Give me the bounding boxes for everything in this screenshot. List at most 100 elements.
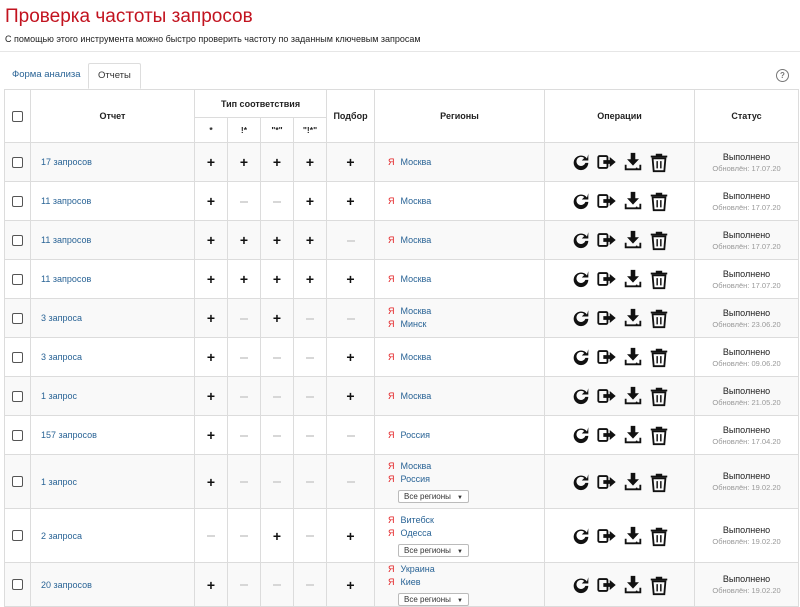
download-icon[interactable]	[622, 471, 644, 493]
region-name[interactable]: Украина	[401, 564, 435, 574]
report-name-link[interactable]: 11 запросов	[30, 181, 195, 221]
export-icon[interactable]	[596, 190, 618, 212]
region-link[interactable]: Я Одесса	[388, 527, 544, 540]
trash-icon[interactable]	[648, 346, 670, 368]
export-icon[interactable]	[596, 574, 618, 596]
export-icon[interactable]	[596, 229, 618, 251]
region-link[interactable]: Я Россия	[388, 429, 544, 442]
refresh-icon[interactable]	[570, 471, 592, 493]
refresh-icon[interactable]	[570, 574, 592, 596]
report-name-link[interactable]: 11 запросов	[30, 220, 195, 260]
trash-icon[interactable]	[648, 525, 670, 547]
report-name-link[interactable]: 3 запроса	[30, 337, 195, 377]
download-icon[interactable]	[622, 525, 644, 547]
export-icon[interactable]	[596, 471, 618, 493]
region-name[interactable]: Москва	[401, 461, 432, 471]
download-icon[interactable]	[622, 346, 644, 368]
report-name-link[interactable]: 3 запроса	[30, 298, 195, 338]
trash-icon[interactable]	[648, 229, 670, 251]
refresh-icon[interactable]	[570, 190, 592, 212]
tab-reports[interactable]: Отчеты	[88, 63, 141, 89]
region-name[interactable]: Москва	[401, 306, 432, 316]
region-link[interactable]: Я Москва	[388, 460, 544, 473]
download-icon[interactable]	[622, 574, 644, 596]
trash-icon[interactable]	[648, 268, 670, 290]
report-name-link[interactable]: 17 запросов	[30, 142, 195, 182]
region-link[interactable]: Я Россия	[388, 473, 544, 486]
export-icon[interactable]	[596, 385, 618, 407]
region-name[interactable]: Москва	[401, 235, 432, 245]
row-checkbox[interactable]	[12, 579, 23, 591]
row-checkbox[interactable]	[12, 312, 23, 324]
refresh-icon[interactable]	[570, 385, 592, 407]
report-name-link[interactable]: 1 запрос	[30, 376, 195, 416]
refresh-icon[interactable]	[570, 424, 592, 446]
region-name[interactable]: Россия	[401, 474, 431, 484]
trash-icon[interactable]	[648, 190, 670, 212]
trash-icon[interactable]	[648, 574, 670, 596]
trash-icon[interactable]	[648, 151, 670, 173]
region-name[interactable]: Витебск	[401, 515, 434, 525]
tab-analysis-form[interactable]: Форма анализа	[3, 63, 90, 89]
row-checkbox[interactable]	[12, 351, 23, 363]
export-icon[interactable]	[596, 268, 618, 290]
region-name[interactable]: Москва	[401, 352, 432, 362]
export-icon[interactable]	[596, 307, 618, 329]
refresh-icon[interactable]	[570, 268, 592, 290]
row-checkbox[interactable]	[12, 530, 23, 542]
region-link[interactable]: Я Москва	[388, 273, 544, 286]
download-icon[interactable]	[622, 229, 644, 251]
region-name[interactable]: Москва	[401, 157, 432, 167]
select-all-checkbox[interactable]	[12, 110, 23, 122]
region-link[interactable]: Я Киев	[388, 576, 544, 589]
download-icon[interactable]	[622, 268, 644, 290]
region-link[interactable]: Я Москва	[388, 390, 544, 403]
refresh-icon[interactable]	[570, 346, 592, 368]
export-icon[interactable]	[596, 525, 618, 547]
row-checkbox[interactable]	[12, 476, 23, 488]
region-link[interactable]: Я Москва	[388, 351, 544, 364]
trash-icon[interactable]	[648, 424, 670, 446]
region-name[interactable]: Киев	[401, 577, 421, 587]
row-checkbox[interactable]	[12, 390, 23, 402]
download-icon[interactable]	[622, 385, 644, 407]
refresh-icon[interactable]	[570, 525, 592, 547]
row-checkbox[interactable]	[12, 195, 23, 207]
row-checkbox[interactable]	[12, 156, 23, 168]
region-name[interactable]: Россия	[401, 430, 431, 440]
report-name-link[interactable]: 1 запрос	[30, 454, 195, 509]
trash-icon[interactable]	[648, 307, 670, 329]
region-link[interactable]: Я Москва	[388, 156, 544, 169]
row-checkbox[interactable]	[12, 429, 23, 441]
refresh-icon[interactable]	[570, 229, 592, 251]
region-link[interactable]: Я Москва	[388, 234, 544, 247]
region-link[interactable]: Я Минск	[388, 318, 544, 331]
region-name[interactable]: Москва	[401, 391, 432, 401]
download-icon[interactable]	[622, 190, 644, 212]
trash-icon[interactable]	[648, 385, 670, 407]
trash-icon[interactable]	[648, 471, 670, 493]
region-name[interactable]: Москва	[401, 274, 432, 284]
download-icon[interactable]	[622, 307, 644, 329]
download-icon[interactable]	[622, 151, 644, 173]
download-icon[interactable]	[622, 424, 644, 446]
region-link[interactable]: Я Москва	[388, 305, 544, 318]
refresh-icon[interactable]	[570, 307, 592, 329]
region-select-dropdown[interactable]: Все регионы ▼	[398, 490, 469, 503]
report-name-link[interactable]: 157 запросов	[30, 415, 195, 455]
region-link[interactable]: Я Украина	[388, 563, 544, 576]
row-checkbox[interactable]	[12, 234, 23, 246]
row-checkbox[interactable]	[12, 273, 23, 285]
region-name[interactable]: Минск	[401, 319, 427, 329]
region-link[interactable]: Я Москва	[388, 195, 544, 208]
export-icon[interactable]	[596, 151, 618, 173]
refresh-icon[interactable]	[570, 151, 592, 173]
region-select-dropdown[interactable]: Все регионы ▼	[398, 544, 469, 557]
export-icon[interactable]	[596, 424, 618, 446]
region-name[interactable]: Одесса	[401, 528, 432, 538]
export-icon[interactable]	[596, 346, 618, 368]
question-circle-icon[interactable]: ?	[776, 69, 789, 82]
header-report[interactable]: Отчет	[30, 89, 195, 143]
report-name-link[interactable]: 11 запросов	[30, 259, 195, 299]
report-name-link[interactable]: 2 запроса	[30, 508, 195, 563]
